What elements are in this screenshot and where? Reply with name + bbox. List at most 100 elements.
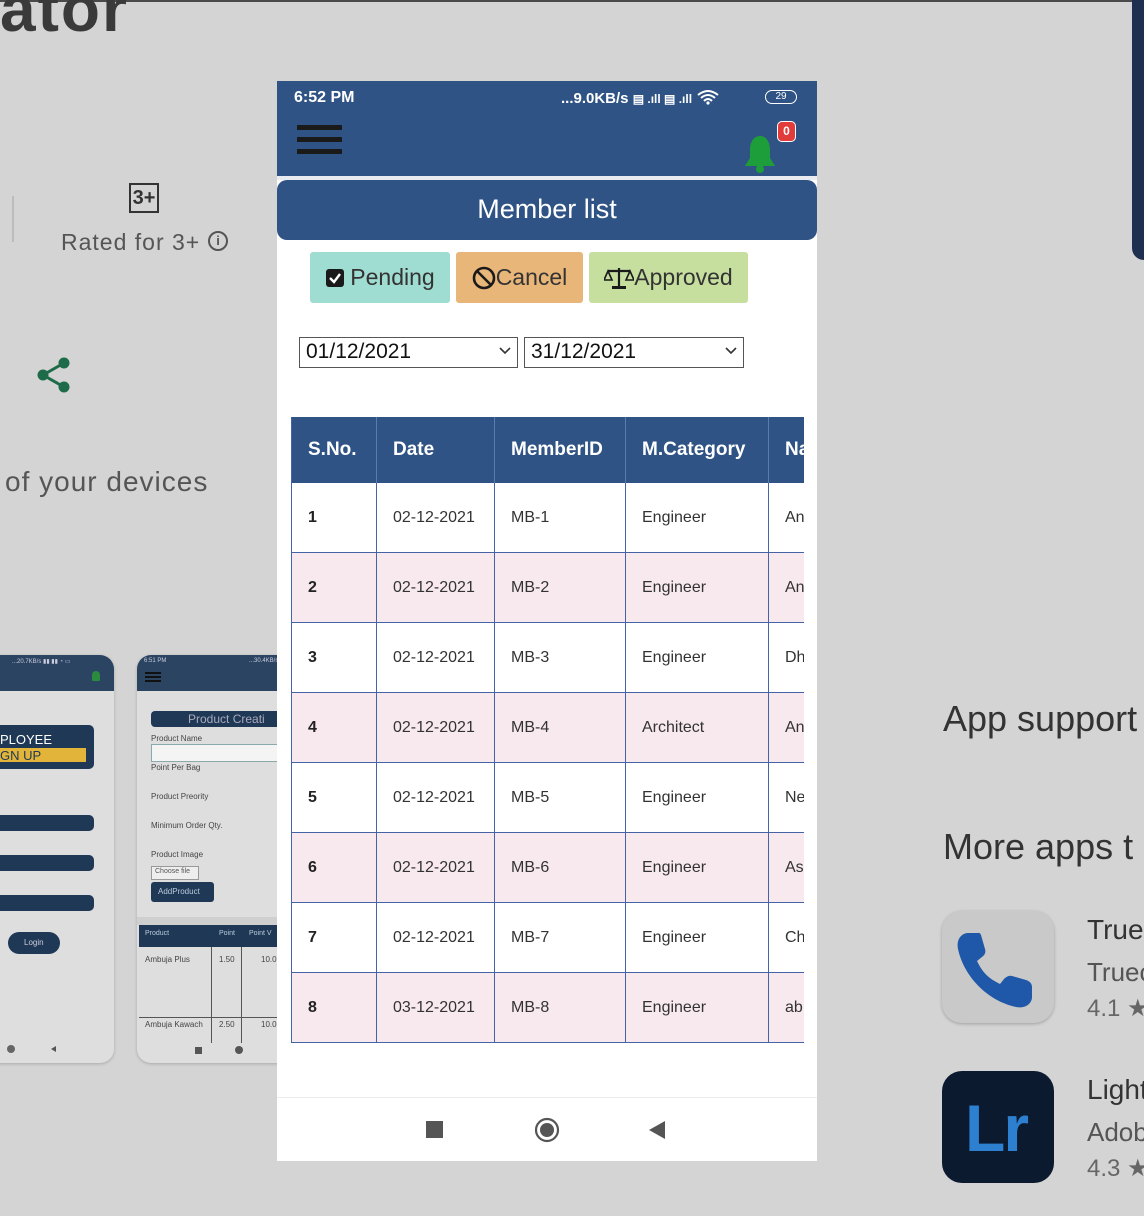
app-bar: 6:52 PM ...9.0KB/s ▤ .ıll ▤ .ıll 29 0 (277, 81, 817, 176)
background-top-line (0, 0, 1144, 2)
mini-cell: Ambuja Plus (145, 955, 190, 964)
cell-category: Engineer (625, 483, 769, 553)
cell-name: Ch (768, 902, 804, 973)
member-table-container[interactable]: S.No. Date MemberID M.Category Na 1 02-1… (291, 417, 804, 1055)
mini-hamburger-icon (145, 672, 161, 674)
table-row[interactable]: 8 03-12-2021 MB-8 Engineer ab (291, 972, 804, 1043)
square-stop-icon[interactable] (426, 1121, 443, 1138)
cell-name: Ne (768, 762, 804, 833)
circle-home-icon[interactable] (534, 1117, 560, 1143)
mini-signup-label: GN UP (0, 748, 42, 763)
mini-cell: Ambuja Kawach (145, 1020, 203, 1029)
status-time: 6:52 PM (294, 89, 355, 106)
mini-table-header: Product Point Point V (139, 925, 297, 947)
mini-row-line (139, 1017, 297, 1018)
cell-date: 03-12-2021 (376, 972, 495, 1043)
mini-employee-label: PLOYEE (0, 732, 53, 747)
header-sno[interactable]: S.No. (291, 417, 377, 483)
mini-cell: 10.0 (261, 955, 277, 964)
cell-category: Engineer (625, 832, 769, 903)
cancel-button[interactable]: Cancel (456, 252, 583, 303)
mini-choose-file-label: Choose file (155, 868, 191, 875)
app-support-heading[interactable]: App support (943, 698, 1137, 740)
chevron-down-icon (725, 347, 737, 355)
triangle-back-icon[interactable] (648, 1121, 666, 1139)
mini-cell: 10.0 (261, 1020, 277, 1029)
table-row[interactable]: 5 02-12-2021 MB-5 Engineer Ne (291, 762, 804, 833)
cell-category: Engineer (625, 552, 769, 623)
from-date-select[interactable]: 01/12/2021 (299, 337, 518, 368)
member-table: S.No. Date MemberID M.Category Na 1 02-1… (291, 417, 804, 1043)
info-icon[interactable]: i (208, 231, 228, 251)
mini-header-cell: Product (145, 930, 170, 937)
mini-status: ...20.7KB/s ▮▮ ▮▮ ◔ ▭ (12, 659, 71, 665)
status-network: ...9.0KB/s ▤ .ıll ▤ .ıll (561, 89, 720, 107)
mini-field-3 (0, 895, 94, 911)
battery-icon: 29 (765, 90, 797, 104)
signal-icon: ▤ .ıll ▤ .ıll (632, 92, 693, 106)
app-name[interactable]: Truec (1087, 914, 1144, 946)
mini-header-cell: Point V (249, 930, 272, 937)
scale-icon (604, 267, 635, 289)
mini-title: Product Creati (188, 712, 265, 726)
table-row[interactable]: 3 02-12-2021 MB-3 Engineer Dh (291, 622, 804, 693)
cell-member-id: MB-6 (494, 832, 626, 903)
cell-date: 02-12-2021 (376, 483, 495, 553)
cell-sno: 1 (291, 483, 377, 553)
mini-appbar: 6:51 PM ...30.4KB/s (137, 655, 297, 691)
mini-employee-card: PLOYEE GN UP (0, 725, 94, 769)
more-apps-heading[interactable]: More apps t (943, 826, 1133, 868)
app-name[interactable]: Light (1087, 1074, 1144, 1106)
phone-screenshot: 6:52 PM ...9.0KB/s ▤ .ıll ▤ .ıll 29 0 Me… (277, 81, 817, 1161)
cell-member-id: MB-3 (494, 622, 626, 693)
hamburger-icon[interactable] (297, 125, 342, 157)
mini-cell: 2.50 (219, 1020, 235, 1029)
header-date[interactable]: Date (376, 417, 495, 483)
mini-field-input (151, 744, 297, 762)
header-member-id[interactable]: MemberID (494, 417, 626, 483)
table-row[interactable]: 6 02-12-2021 MB-6 Engineer As (291, 832, 804, 903)
share-icon[interactable] (34, 355, 74, 395)
checkbox-checked-icon (326, 268, 345, 287)
cell-sno: 5 (291, 762, 377, 833)
cell-category: Architect (625, 692, 769, 763)
cell-member-id: MB-7 (494, 902, 626, 973)
header-category[interactable]: M.Category (625, 417, 769, 483)
lightroom-logo-text: Lr (965, 1091, 1029, 1165)
cell-member-id: MB-8 (494, 972, 626, 1043)
app-developer: Truec (1087, 957, 1144, 987)
mini-field-label: Point Per Bag (151, 763, 201, 772)
mini-add-button: AddProduct (151, 882, 214, 902)
cell-member-id: MB-4 (494, 692, 626, 763)
cancel-label: Cancel (495, 264, 568, 290)
system-nav-bar (277, 1097, 817, 1161)
table-row[interactable]: 1 02-12-2021 MB-1 Engineer An (291, 483, 804, 553)
cell-sno: 4 (291, 692, 377, 763)
to-date-select[interactable]: 31/12/2021 (524, 337, 744, 368)
truecaller-app-icon[interactable] (942, 911, 1054, 1023)
mini-field-1 (0, 815, 94, 831)
table-row[interactable]: 4 02-12-2021 MB-4 Architect An (291, 692, 804, 763)
bell-icon[interactable] (743, 134, 777, 174)
cell-date: 02-12-2021 (376, 552, 495, 623)
mini-appbar: ...20.7KB/s ▮▮ ▮▮ ◔ ▭ (0, 655, 114, 691)
mini-field-label: Product Name (151, 734, 203, 743)
screenshot-thumbnail-2[interactable]: 6:51 PM ...30.4KB/s Product Creati Produ… (137, 655, 297, 1063)
mini-status: ...30.4KB/s (249, 658, 279, 664)
table-row[interactable]: 2 02-12-2021 MB-2 Engineer An (291, 552, 804, 623)
from-date-value: 01/12/2021 (306, 340, 412, 363)
header-name[interactable]: Na (768, 417, 804, 483)
approved-label: Approved (634, 264, 733, 290)
page-title: Member list (477, 194, 617, 224)
table-row[interactable]: 7 02-12-2021 MB-7 Engineer Ch (291, 902, 804, 973)
pending-button[interactable]: Pending (310, 252, 450, 303)
screenshot-thumbnail-1[interactable]: ...20.7KB/s ▮▮ ▮▮ ◔ ▭ PLOYEE GN UP Login (0, 655, 114, 1063)
mini-stop-icon (195, 1047, 202, 1054)
cell-category: Engineer (625, 972, 769, 1043)
cell-name: Dh (768, 622, 804, 693)
approved-button[interactable]: Approved (589, 252, 748, 303)
notification-badge: 0 (777, 121, 796, 142)
mini-login-button: Login (8, 932, 60, 954)
mini-login-label: Login (24, 938, 44, 947)
network-speed: ...9.0KB/s (561, 90, 629, 107)
